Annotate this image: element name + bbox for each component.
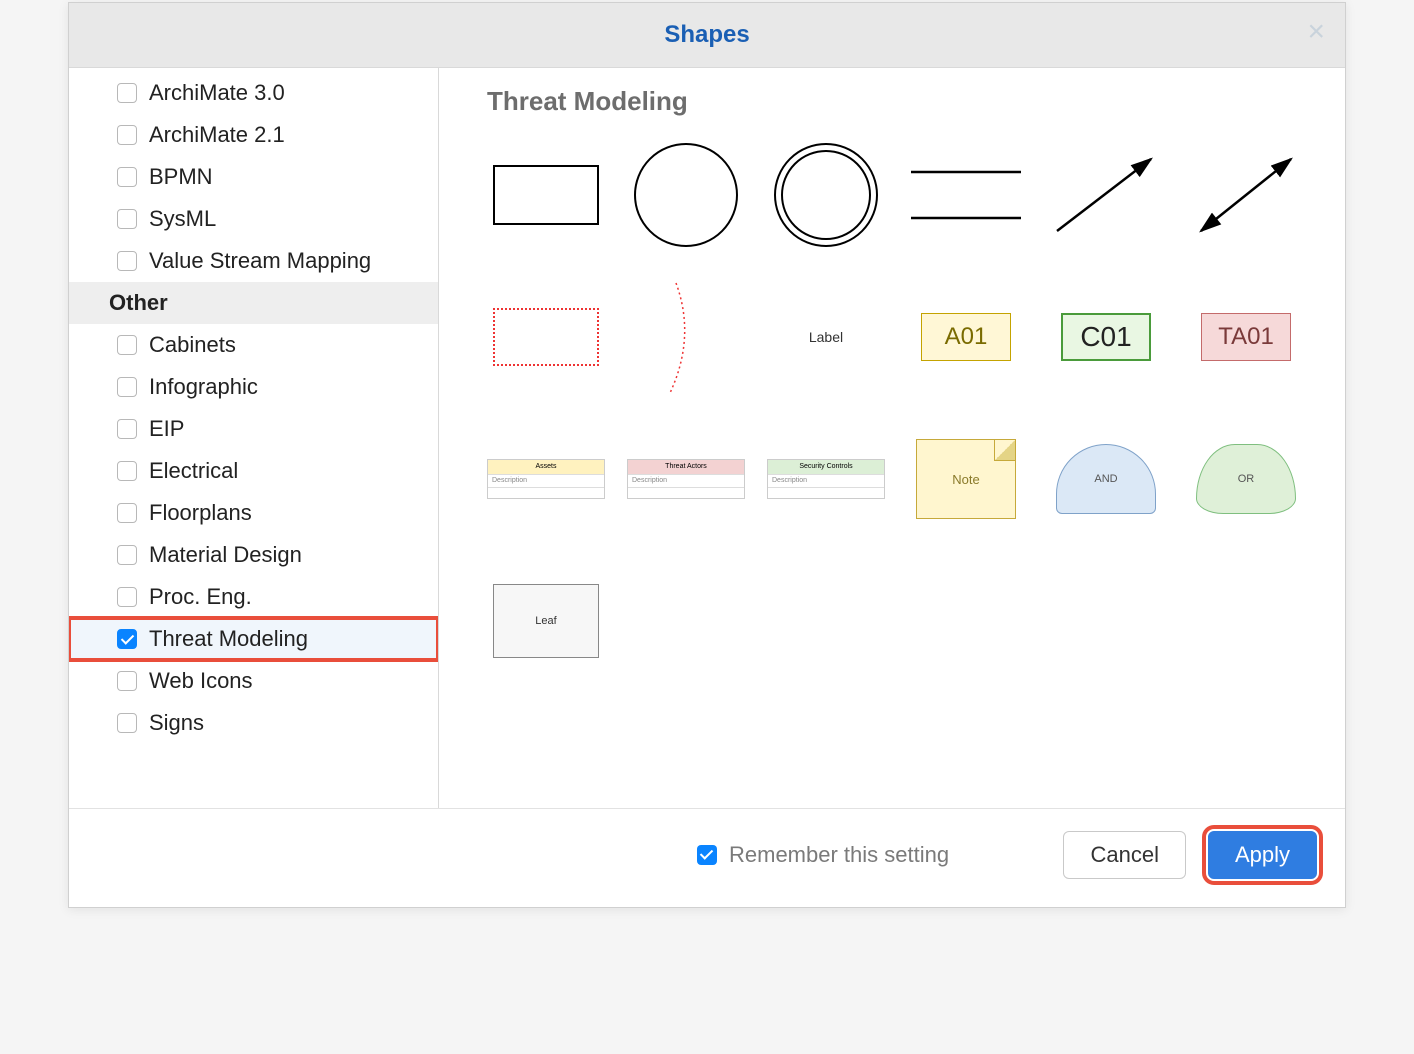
shape-process-circle[interactable] (627, 135, 745, 255)
shape-note[interactable]: Note (907, 419, 1025, 539)
shape-asset-tag[interactable]: A01 (907, 277, 1025, 397)
sidebar-item-cabinets[interactable]: Cabinets (69, 324, 438, 366)
sidebar-item-webicons[interactable]: Web Icons (69, 660, 438, 702)
cancel-button[interactable]: Cancel (1063, 831, 1185, 879)
checkbox-icon[interactable] (697, 845, 717, 865)
apply-button[interactable]: Apply (1208, 831, 1317, 879)
shape-trust-boundary-curve[interactable] (627, 277, 745, 397)
checkbox-icon[interactable] (117, 209, 137, 229)
sidebar-item-label: Signs (149, 710, 204, 736)
shape-process[interactable] (487, 135, 605, 255)
close-icon[interactable]: × (1307, 17, 1325, 47)
shape-trust-boundary-rect[interactable] (487, 277, 605, 397)
sidebar-item-eip[interactable]: EIP (69, 408, 438, 450)
sidebar-item-materialdesign[interactable]: Material Design (69, 534, 438, 576)
sidebar-item-label: Proc. Eng. (149, 584, 252, 610)
note-label: Note (916, 439, 1016, 519)
gate-label: OR (1196, 444, 1296, 514)
remember-setting-checkbox[interactable]: Remember this setting (697, 842, 949, 868)
shape-label-text: Label (809, 329, 843, 345)
sidebar-item-label: ArchiMate 3.0 (149, 80, 285, 106)
sidebar-item-label: Threat Modeling (149, 626, 308, 652)
checkbox-icon[interactable] (117, 503, 137, 523)
shape-threatactor-tag[interactable]: TA01 (1187, 277, 1305, 397)
checkbox-icon[interactable] (117, 461, 137, 481)
shape-leaf[interactable]: Leaf (487, 561, 605, 681)
shape-or-gate[interactable]: OR (1187, 419, 1305, 539)
checkbox-icon[interactable] (117, 167, 137, 187)
preview-title: Threat Modeling (487, 86, 1315, 117)
sidebar-item-label: BPMN (149, 164, 213, 190)
sidebar-item-label: Infographic (149, 374, 258, 400)
shape-controls-table[interactable]: Security ControlsDescription (767, 419, 885, 539)
tag-label: A01 (921, 313, 1011, 361)
sidebar-item-electrical[interactable]: Electrical (69, 450, 438, 492)
sidebar-item-sysml[interactable]: SysML (69, 198, 438, 240)
shape-assets-table[interactable]: AssetsDescription (487, 419, 605, 539)
shape-label[interactable]: Label (767, 277, 885, 397)
checkbox-icon[interactable] (117, 713, 137, 733)
sidebar-item-label: Value Stream Mapping (149, 248, 371, 274)
shape-grid: Label A01 C01 TA01 AssetsDescription Thr… (487, 135, 1315, 681)
sidebar-item-label: Material Design (149, 542, 302, 568)
checkbox-icon[interactable] (117, 587, 137, 607)
shape-data-store[interactable] (907, 135, 1025, 255)
tag-label: TA01 (1201, 313, 1291, 361)
sidebar-item-label: EIP (149, 416, 184, 442)
sidebar-item-label: Electrical (149, 458, 238, 484)
shape-threatactors-table[interactable]: Threat ActorsDescription (627, 419, 745, 539)
shape-and-gate[interactable]: AND (1047, 419, 1165, 539)
sidebar-item-floorplans[interactable]: Floorplans (69, 492, 438, 534)
checkbox-icon[interactable] (117, 671, 137, 691)
dialog-header: Shapes × (69, 3, 1345, 68)
dialog-body: ArchiMate 3.0 ArchiMate 2.1 BPMN SysML V… (69, 68, 1345, 808)
checkbox-icon[interactable] (117, 251, 137, 271)
shape-preview-panel: Threat Modeling (439, 68, 1345, 808)
sidebar-item-vsm[interactable]: Value Stream Mapping (69, 240, 438, 282)
sidebar-item-signs[interactable]: Signs (69, 702, 438, 744)
checkbox-icon[interactable] (117, 83, 137, 103)
dialog-footer: Remember this setting Cancel Apply (69, 808, 1345, 907)
checkbox-icon[interactable] (117, 419, 137, 439)
tag-label: C01 (1061, 313, 1151, 361)
gate-label: AND (1056, 444, 1156, 514)
shape-data-flow[interactable] (1047, 135, 1165, 255)
sidebar-item-label: SysML (149, 206, 216, 232)
shapes-dialog: Shapes × ArchiMate 3.0 ArchiMate 2.1 BPM… (68, 2, 1346, 908)
checkbox-icon[interactable] (117, 125, 137, 145)
sidebar-item-bpmn[interactable]: BPMN (69, 156, 438, 198)
sidebar-section-other: Other (69, 282, 438, 324)
dialog-title: Shapes (664, 21, 749, 48)
checkbox-icon[interactable] (117, 377, 137, 397)
checkbox-icon[interactable] (117, 629, 137, 649)
sidebar-item-label: ArchiMate 2.1 (149, 122, 285, 148)
leaf-label: Leaf (493, 584, 599, 658)
sidebar-item-label: Web Icons (149, 668, 253, 694)
shape-bidirectional-flow[interactable] (1187, 135, 1305, 255)
sidebar-item-infographic[interactable]: Infographic (69, 366, 438, 408)
sidebar-item-proceng[interactable]: Proc. Eng. (69, 576, 438, 618)
checkbox-icon[interactable] (117, 335, 137, 355)
shape-multiprocess[interactable] (767, 135, 885, 255)
checkbox-icon[interactable] (117, 545, 137, 565)
shape-library-sidebar[interactable]: ArchiMate 3.0 ArchiMate 2.1 BPMN SysML V… (69, 68, 439, 808)
sidebar-item-archimate21[interactable]: ArchiMate 2.1 (69, 114, 438, 156)
sidebar-item-label: Floorplans (149, 500, 252, 526)
sidebar-item-threatmodeling[interactable]: Threat Modeling (69, 618, 438, 660)
shape-control-tag[interactable]: C01 (1047, 277, 1165, 397)
sidebar-item-label: Cabinets (149, 332, 236, 358)
remember-label: Remember this setting (729, 842, 949, 868)
sidebar-item-archimate30[interactable]: ArchiMate 3.0 (69, 72, 438, 114)
